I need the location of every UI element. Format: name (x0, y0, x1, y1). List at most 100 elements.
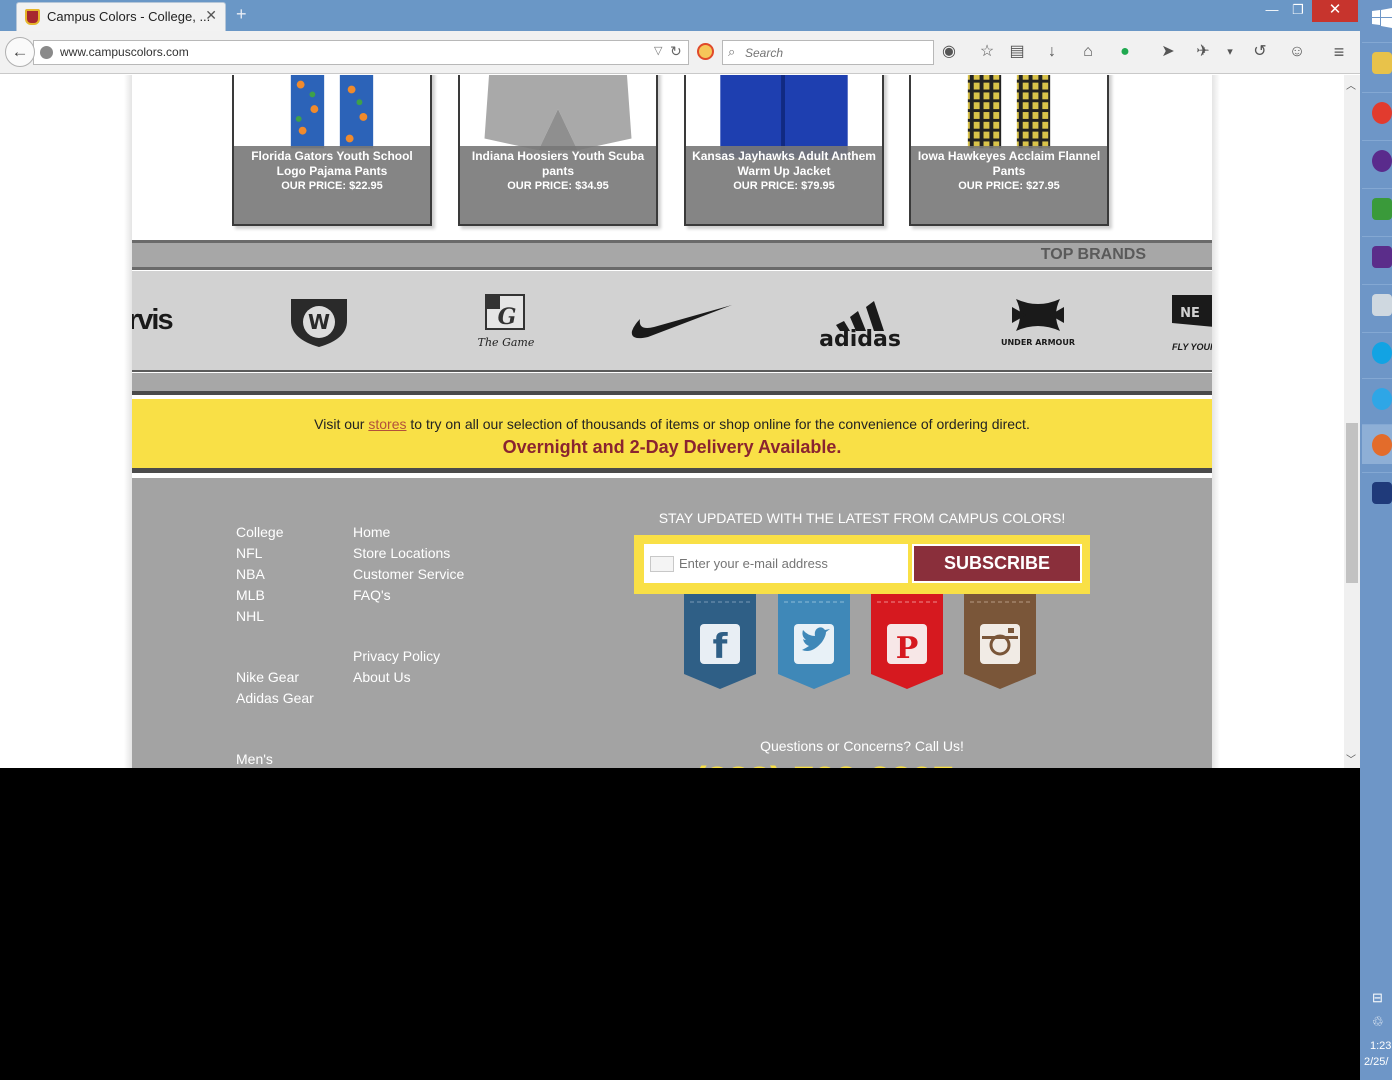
new-tab-button[interactable]: + (236, 4, 247, 25)
footer-link-nhl[interactable]: NHL (236, 608, 264, 624)
browser-tab[interactable]: Campus Colors - College, ... ✕ (16, 2, 226, 31)
home-icon[interactable]: ⌂ (1077, 41, 1099, 63)
scroll-down-icon[interactable]: ﹀ (1346, 751, 1356, 766)
footer-link-nike-gear[interactable]: Nike Gear (236, 669, 299, 685)
taskbar-app[interactable] (1362, 472, 1392, 512)
email-field[interactable] (644, 544, 908, 583)
download-icon[interactable]: ↓ (1041, 41, 1063, 63)
footer-link-nba[interactable]: NBA (236, 566, 265, 582)
url-text[interactable]: www.campuscolors.com (60, 45, 189, 59)
svg-text:G: G (498, 304, 517, 330)
product-card[interactable]: Indiana Hoosiers Youth Scuba pants OUR P… (458, 75, 658, 226)
svg-text:The Game: The Game (478, 336, 534, 349)
footer-link-about-us[interactable]: About Us (353, 669, 411, 685)
send-icon[interactable]: ➤ (1157, 41, 1179, 63)
app-icon (1372, 482, 1392, 504)
product-card[interactable]: Iowa Hawkeyes Acclaim Flannel Pants OUR … (909, 75, 1109, 226)
twitter-icon[interactable] (778, 594, 850, 689)
footer-link-college[interactable]: College (236, 524, 283, 540)
product-price: OUR PRICE: $27.95 (958, 180, 1060, 192)
promo-prefix: Visit our (314, 416, 365, 432)
network-icon[interactable]: ⊟ (1372, 990, 1383, 1006)
product-card[interactable]: Florida Gators Youth School Logo Pajama … (232, 75, 432, 226)
reload-icon[interactable]: ↻ (670, 43, 682, 60)
taskbar-app[interactable] (1362, 284, 1392, 324)
phone-number[interactable]: (888) 732-2297 (694, 760, 954, 768)
product-card[interactable]: Kansas Jayhawks Adult Anthem Warm Up Jac… (684, 75, 884, 226)
footer-link-customer-service[interactable]: Customer Service (353, 566, 464, 582)
footer-link-store-locations[interactable]: Store Locations (353, 545, 450, 561)
footer-link-adidas-gear[interactable]: Adidas Gear (236, 690, 314, 706)
close-tab-icon[interactable]: ✕ (205, 7, 217, 24)
ghostery-icon[interactable]: ◉ (938, 41, 960, 63)
reading-list-icon[interactable]: ▤ (1006, 41, 1028, 63)
search-bar[interactable]: ⌕ (722, 40, 934, 65)
clock-date: 2/25/ (1364, 1056, 1389, 1068)
instagram-icon[interactable] (964, 594, 1036, 689)
scroll-thumb[interactable] (1346, 423, 1358, 583)
brand-logo-adidas[interactable]: adidas (820, 293, 900, 349)
brand-logo-nike[interactable] (630, 301, 734, 341)
top-brands-bar: TOP BRANDS (132, 240, 1212, 270)
clock-time: 1:23 (1370, 1040, 1392, 1052)
firefox-icon (1372, 434, 1392, 456)
bookmark-star-icon[interactable]: ☆ (976, 41, 998, 63)
taskbar-file-explorer[interactable] (1362, 42, 1392, 82)
history-icon[interactable]: ↺ (1249, 41, 1271, 63)
adblock-icon[interactable] (697, 43, 714, 60)
taskbar-app[interactable] (1362, 236, 1392, 276)
product-name[interactable]: Florida Gators Youth School Logo Pajama … (240, 149, 424, 179)
close-window-button[interactable]: ✕ (1312, 0, 1358, 22)
taskbar-firefox[interactable] (1362, 424, 1392, 464)
footer-link-faqs[interactable]: FAQ's (353, 587, 391, 603)
footer-link-mlb[interactable]: MLB (236, 587, 265, 603)
product-name[interactable]: Kansas Jayhawks Adult Anthem Warm Up Jac… (692, 149, 876, 179)
svg-text:P: P (896, 631, 919, 666)
top-brands-title: TOP BRANDS (1040, 246, 1146, 263)
maximize-button[interactable]: ❐ (1286, 0, 1310, 22)
facebook-icon[interactable]: f (684, 594, 756, 689)
search-input[interactable] (745, 44, 925, 61)
folder-icon (1372, 52, 1392, 74)
page-shadow-left (124, 75, 132, 768)
brand-logo-under-armour[interactable]: UNDER ARMOUR (990, 295, 1086, 351)
taskbar-skype[interactable] (1362, 332, 1392, 372)
taskbar-chrome[interactable] (1362, 92, 1392, 132)
tray-app-icon[interactable]: ♲ (1372, 1014, 1384, 1030)
promo-banner: Visit our stores to try on all our selec… (132, 399, 1212, 473)
back-button[interactable]: ← (5, 37, 35, 67)
product-name[interactable]: Indiana Hoosiers Youth Scuba pants (466, 149, 650, 179)
menu-icon[interactable]: ≡ (1328, 41, 1350, 63)
brand-logo-top-of-the-world[interactable]: W (288, 295, 350, 349)
footer-link-home[interactable]: Home (353, 524, 390, 540)
footer-link-nfl[interactable]: NFL (236, 545, 262, 561)
windows-start-icon[interactable] (1372, 8, 1392, 28)
addon-dropdown-icon[interactable]: ▾ (1219, 41, 1241, 63)
addon-icon[interactable]: ✈ (1192, 41, 1214, 63)
brand-logo-levis[interactable]: rvis (132, 304, 174, 337)
globe-icon (40, 46, 53, 59)
email-input[interactable] (679, 554, 899, 572)
brands-carousel: rvis W G The Game adidas UNDER ARMOUR NE… (132, 271, 1212, 372)
system-clock[interactable]: 1:23 2/25/ (1362, 1038, 1392, 1070)
page-shadow-right (1212, 75, 1220, 768)
url-bar[interactable]: www.campuscolors.com ▽ ↻ (33, 40, 689, 65)
brand-logo-the-game[interactable]: G The Game (478, 293, 534, 351)
grammarly-icon[interactable]: ● (1114, 41, 1136, 63)
product-name[interactable]: Iowa Hawkeyes Acclaim Flannel Pants (917, 149, 1101, 179)
page-scrollbar[interactable]: ︿ ﹀ (1344, 75, 1360, 768)
pinterest-icon[interactable]: P (871, 594, 943, 689)
footer-link-mens[interactable]: Men's (236, 751, 273, 767)
product-price: OUR PRICE: $22.95 (281, 180, 383, 192)
stores-link[interactable]: stores (368, 416, 406, 432)
subscribe-button[interactable]: SUBSCRIBE (912, 544, 1082, 583)
taskbar-app[interactable] (1362, 378, 1392, 418)
url-dropdown-icon[interactable]: ▽ (654, 44, 662, 57)
taskbar-app[interactable] (1362, 140, 1392, 180)
taskbar-app[interactable] (1362, 188, 1392, 228)
minimize-button[interactable]: — (1258, 0, 1286, 22)
scroll-up-icon[interactable]: ︿ (1346, 77, 1356, 92)
footer-link-privacy-policy[interactable]: Privacy Policy (353, 648, 440, 664)
chat-icon[interactable]: ☺ (1286, 41, 1308, 63)
svg-text:NE: NE (1180, 306, 1200, 321)
